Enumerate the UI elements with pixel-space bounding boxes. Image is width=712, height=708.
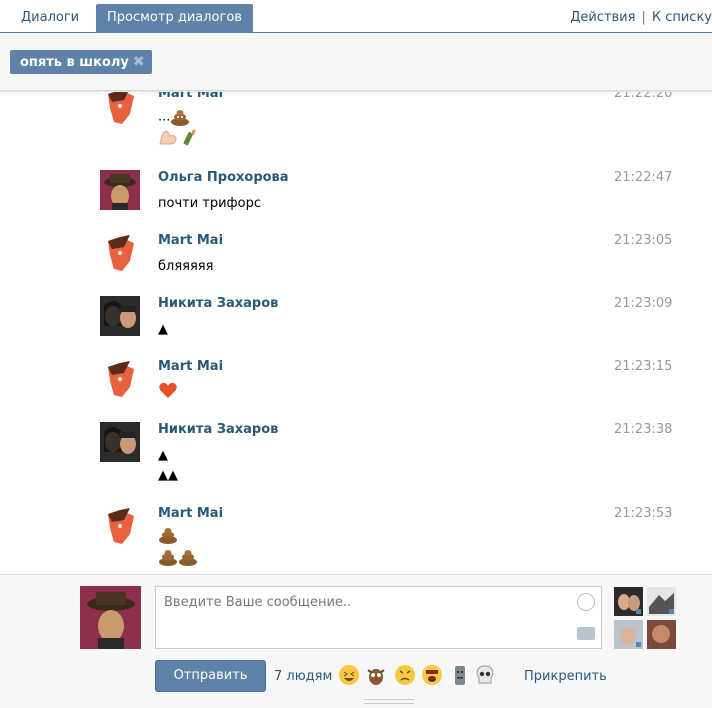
actions-separator: | (641, 10, 646, 25)
filter-bar: опять в школу ✖ (0, 33, 712, 91)
fox-avatar-image (100, 359, 140, 399)
message-input[interactable]: Введите Ваше сообщение.. (155, 586, 602, 649)
camera-icon[interactable] (577, 627, 595, 640)
message-time: 21:23:53 (614, 506, 673, 521)
message-author[interactable]: Mart Mai (158, 92, 223, 101)
message-text (158, 381, 178, 399)
my-avatar[interactable] (80, 586, 141, 649)
message-text: ... (158, 108, 190, 126)
smile-icon[interactable] (577, 593, 595, 611)
message-text: ▲ (158, 322, 168, 337)
bottle-emoji-icon (183, 129, 196, 146)
hat-avatar-image (80, 586, 141, 649)
heart-emoji-icon (159, 382, 177, 398)
tab-bar: Диалоги Просмотр диалогов Действия | К спи… (0, 0, 712, 33)
conversation-chip-label: опять в школу (20, 55, 129, 70)
fox-avatar-image (100, 233, 140, 273)
message-time: 21:22:47 (614, 170, 673, 185)
back-to-list-link[interactable]: К списку (652, 10, 712, 25)
laughing-emoji-icon[interactable] (338, 664, 360, 686)
skull-emoji-icon[interactable] (474, 664, 496, 686)
message-text (158, 128, 198, 146)
couple-avatar-image (100, 422, 140, 462)
chat-window: Диалоги Просмотр диалогов Действия | К спи… (0, 0, 712, 708)
message-time: 21:23:15 (614, 359, 673, 374)
poop-emoji-icon (171, 110, 190, 126)
avatar (614, 587, 643, 616)
couple-avatar-image (100, 296, 140, 336)
avatar[interactable] (100, 170, 140, 210)
poop-emoji-icon (159, 550, 177, 566)
message-composer: Введите Ваше сообщение.. Отправить 7 люд… (0, 574, 712, 708)
avatar[interactable] (100, 296, 140, 336)
participant-thumbnail[interactable] (614, 587, 643, 616)
message-text: почти трифорс (158, 196, 262, 211)
message-text: бляяяяя (158, 259, 214, 274)
fox-avatar-image (100, 506, 140, 546)
attach-link[interactable]: Прикрепить (524, 669, 607, 684)
message-author[interactable]: Mart Mai (158, 506, 223, 521)
message-time: 21:23:09 (614, 296, 673, 311)
fox-avatar-image (100, 92, 140, 126)
moai-emoji-icon[interactable] (449, 664, 471, 686)
message-time: 21:23:05 (614, 233, 673, 248)
avatar[interactable] (100, 422, 140, 462)
message-author[interactable]: Никита Захаров (158, 296, 278, 311)
participant-thumbnail[interactable] (647, 587, 676, 616)
avatar[interactable] (100, 92, 140, 126)
message-text: ▲ (158, 448, 168, 463)
conversation-chip[interactable]: опять в школу ✖ (10, 50, 152, 74)
message-time: 21:23:38 (614, 422, 673, 437)
angry-emoji-icon[interactable] (394, 664, 416, 686)
top-actions: Действия | К списку (570, 10, 712, 25)
avatar (647, 587, 676, 616)
message-author[interactable]: Mart Mai (158, 233, 223, 248)
poop-emoji-icon (179, 550, 197, 566)
participant-thumbnail[interactable] (614, 620, 643, 649)
close-icon[interactable]: ✖ (133, 50, 145, 74)
avatar (647, 620, 676, 649)
message-text: ▲▲ (158, 468, 178, 483)
tab-view-dialogs[interactable]: Просмотр диалогов (96, 4, 253, 33)
send-button[interactable]: Отправить (155, 660, 266, 692)
message-text (158, 526, 178, 544)
recipients-count[interactable]: 7 людям (274, 669, 332, 684)
message-time: 21:22:20 (614, 92, 673, 101)
message-author[interactable]: Никита Захаров (158, 422, 278, 437)
participant-thumbnail[interactable] (647, 620, 676, 649)
tab-dialogs[interactable]: Диалоги (10, 4, 90, 33)
resize-handle[interactable] (364, 699, 414, 704)
avatar[interactable] (100, 506, 140, 546)
hat-avatar-image (100, 170, 140, 210)
actions-link[interactable]: Действия (570, 10, 635, 25)
poop-emoji-icon (159, 528, 177, 544)
message-input-placeholder: Введите Ваше сообщение.. (164, 595, 352, 610)
message-text-dots: ... (158, 109, 171, 125)
message-author[interactable]: Mart Mai (158, 359, 223, 374)
avatar (614, 620, 643, 649)
bug-emoji-icon[interactable] (365, 664, 387, 686)
avatar[interactable] (100, 233, 140, 273)
screaming-emoji-icon[interactable] (421, 664, 443, 686)
message-author[interactable]: Ольга Прохорова (158, 170, 289, 185)
message-list[interactable]: Mart Mai 21:22:20 ... Ольга Прохорова 21… (0, 92, 712, 574)
avatar[interactable] (100, 359, 140, 399)
message-text (158, 548, 198, 566)
flexed-biceps-emoji-icon (159, 131, 177, 145)
